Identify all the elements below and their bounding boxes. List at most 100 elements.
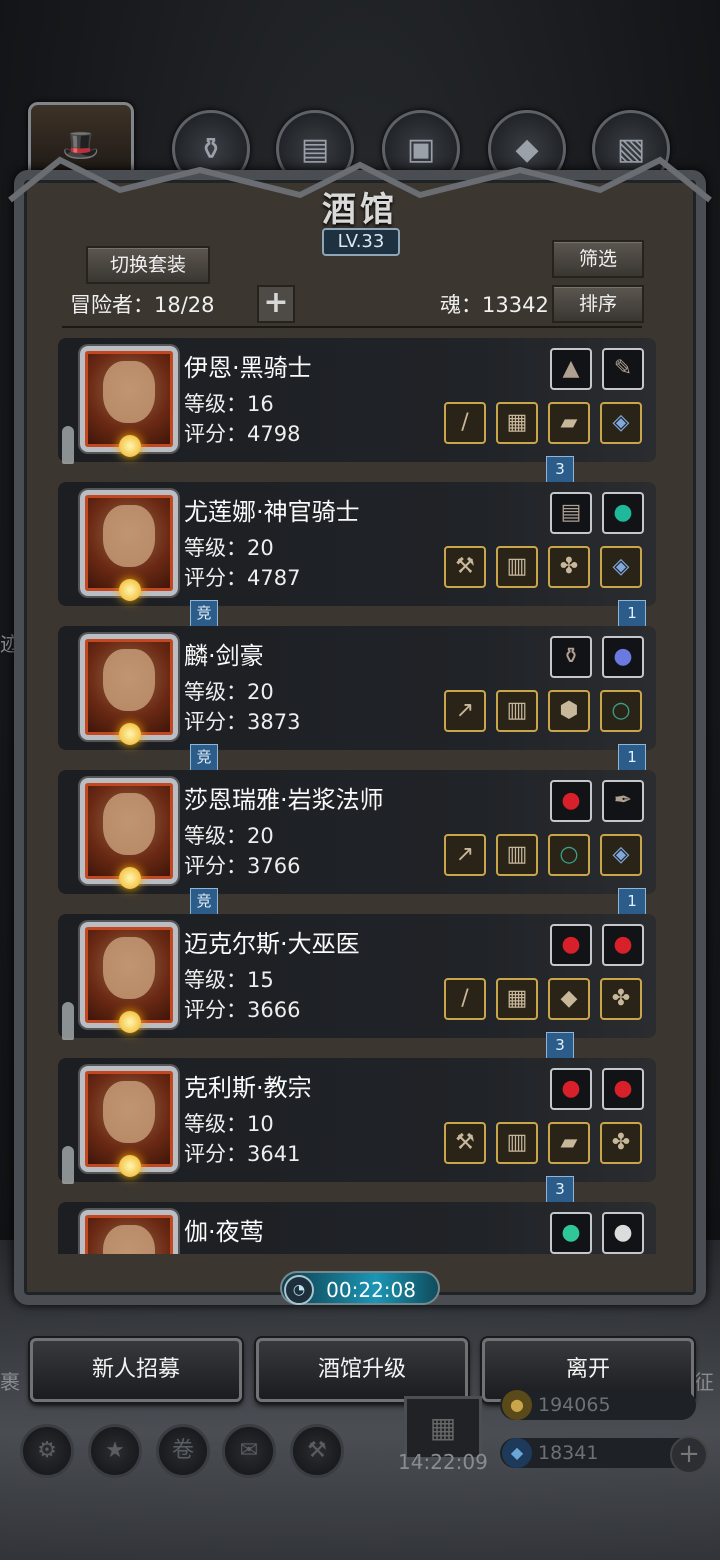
hero-face bbox=[103, 649, 155, 711]
sword-icon[interactable]: / bbox=[444, 402, 486, 444]
hero-card[interactable]: 莎恩瑞雅·岩浆法师 等级：20 评分：3766 ● ✒ ↗ ▥ ○ ◈ bbox=[58, 770, 656, 894]
hero-score: 评分：3873 bbox=[184, 710, 301, 734]
hero-name: 迈克尔斯·大巫医 bbox=[184, 930, 360, 958]
upgrade-tavern-button[interactable]: 酒馆升级 bbox=[256, 1338, 468, 1402]
ruby-icon[interactable]: ● bbox=[550, 924, 592, 966]
amulet-icon[interactable]: ◈ bbox=[600, 834, 642, 876]
necklace-icon[interactable]: ✤ bbox=[600, 978, 642, 1020]
settings-icon[interactable]: ⚙ bbox=[20, 1424, 74, 1478]
gold-coin-icon: ● bbox=[502, 1390, 532, 1420]
armor-icon[interactable]: ▦ bbox=[496, 402, 538, 444]
ring-icon[interactable]: ○ bbox=[548, 834, 590, 876]
hero-portrait[interactable] bbox=[80, 922, 178, 1033]
pendant-icon[interactable]: ◆ bbox=[548, 978, 590, 1020]
hero-score: 评分：3666 bbox=[184, 998, 301, 1022]
necklace-icon[interactable]: ✤ bbox=[548, 546, 590, 588]
hero-portrait[interactable] bbox=[80, 1066, 178, 1177]
hero-level: 等级：20 bbox=[184, 536, 274, 560]
amulet-icon[interactable]: ◈ bbox=[600, 402, 642, 444]
hero-score: 评分：3766 bbox=[184, 854, 301, 878]
adventurer-count: 冒险者：18/28 bbox=[70, 293, 215, 317]
hero-name: 伊恩·黑骑士 bbox=[184, 354, 312, 382]
hero-card[interactable]: 迈克尔斯·大巫医等级：15 评分：3666 ● ● / ▦ ◆ ✤ bbox=[58, 914, 656, 1040]
hero-face bbox=[103, 361, 155, 423]
rod-icon[interactable]: / bbox=[444, 978, 486, 1020]
hammer-icon[interactable]: ⚒ bbox=[444, 1122, 486, 1164]
moon-icon bbox=[119, 723, 141, 745]
hero-card[interactable]: 伽·夜莺 ● ● bbox=[58, 1202, 656, 1254]
filter-button[interactable]: 筛选 bbox=[552, 240, 644, 278]
ruby-icon[interactable]: ● bbox=[550, 780, 592, 822]
switch-outfit-button[interactable]: 切换套装 bbox=[86, 246, 210, 284]
boots-icon[interactable]: ▰ bbox=[548, 1122, 590, 1164]
page-title: 酒馆 bbox=[322, 190, 398, 230]
mail-icon[interactable]: ✉ bbox=[222, 1424, 276, 1478]
hero-face bbox=[103, 505, 155, 567]
hero-portrait[interactable] bbox=[80, 346, 178, 457]
gift-timer: 14:22:09 bbox=[398, 1450, 488, 1474]
hero-card[interactable]: 克利斯·教宗 等级：10 评分：3641 ● ● ⚒ ▥ ▰ ✤ bbox=[58, 1058, 656, 1184]
hero-portrait[interactable] bbox=[80, 634, 178, 745]
robe-icon[interactable]: ▥ bbox=[496, 834, 538, 876]
ore-icon[interactable]: ▲ bbox=[550, 348, 592, 390]
necklace-icon[interactable]: ✤ bbox=[600, 1122, 642, 1164]
hero-card[interactable]: 伊恩·黑骑士等级：16 评分：4798 ▲ ✎ / ▦ ▰ ◈ bbox=[58, 338, 656, 464]
add-slot-button[interactable]: + bbox=[257, 285, 295, 323]
hero-name: 莎恩瑞雅·岩浆法师 bbox=[184, 786, 384, 814]
shield-icon[interactable]: ⬢ bbox=[548, 690, 590, 732]
robe-icon[interactable]: ▥ bbox=[496, 690, 538, 732]
book-icon[interactable]: ▤ bbox=[550, 492, 592, 534]
ruby-icon[interactable]: ● bbox=[602, 1068, 644, 1110]
hero-list[interactable]: 伊恩·黑骑士 等级：16 评分：4798 ▲ ✎ / ▦ ▰ ◈ 3 尤莲娜·神官骑士 等级：20 评分… bbox=[54, 332, 666, 1254]
staff-icon[interactable]: ↗ bbox=[444, 834, 486, 876]
gold-amount: 194065 bbox=[538, 1394, 611, 1416]
hero-face bbox=[103, 793, 155, 855]
ring-icon[interactable]: ○ bbox=[600, 690, 642, 732]
boots-icon[interactable]: ▰ bbox=[548, 402, 590, 444]
scroll-icon[interactable]: ✎ bbox=[602, 348, 644, 390]
hero-portrait[interactable] bbox=[80, 778, 178, 889]
hero-card[interactable]: 尤莲娜·神官骑士 等级：20 评分：4787 ▤ ● ⚒ ▥ ✤ ◈ bbox=[58, 482, 656, 606]
sort-button[interactable]: 排序 bbox=[552, 285, 644, 323]
spear-icon[interactable]: ↗ bbox=[444, 690, 486, 732]
gold-resource: ● 194065 bbox=[500, 1390, 696, 1420]
divider bbox=[62, 326, 642, 328]
soul-count: 魂：13342 bbox=[440, 293, 549, 317]
pearl-icon[interactable]: ● bbox=[602, 1212, 644, 1254]
gem-icon[interactable]: ● bbox=[602, 492, 644, 534]
hero-level: 等级：10 bbox=[184, 1112, 274, 1136]
hero-face bbox=[103, 937, 155, 999]
vase-icon[interactable]: ⚱ bbox=[550, 636, 592, 678]
moon-icon bbox=[119, 1155, 141, 1177]
orb-icon[interactable]: ● bbox=[602, 636, 644, 678]
moon-icon bbox=[119, 579, 141, 601]
cape-icon[interactable]: ▥ bbox=[496, 546, 538, 588]
robe-icon[interactable]: ▥ bbox=[496, 1122, 538, 1164]
hero-portrait[interactable] bbox=[80, 1210, 178, 1254]
hero-name: 伽·夜莺 bbox=[184, 1218, 264, 1246]
recruit-button[interactable]: 新人招募 bbox=[30, 1338, 242, 1402]
armor-icon[interactable]: ▦ bbox=[496, 978, 538, 1020]
add-crystal-button[interactable]: + bbox=[670, 1436, 708, 1474]
hero-face bbox=[103, 1081, 155, 1143]
hero-name: 麟·剑豪 bbox=[184, 642, 264, 670]
codex-icon[interactable]: 卷 bbox=[156, 1424, 210, 1478]
hero-score: 评分：4798 bbox=[184, 422, 301, 446]
emerald-icon[interactable]: ● bbox=[550, 1212, 592, 1254]
amulet-icon[interactable]: ◈ bbox=[600, 546, 642, 588]
hero-portrait[interactable] bbox=[80, 490, 178, 601]
achievement-icon[interactable]: ★ bbox=[88, 1424, 142, 1478]
ruby-icon[interactable]: ● bbox=[602, 924, 644, 966]
hero-card[interactable]: 麟·剑豪等级：20 评分：3873 ⚱ ● ↗ ▥ ⬢ ○ bbox=[58, 626, 656, 750]
forge-icon[interactable]: ⚒ bbox=[290, 1424, 344, 1478]
hero-level: 等级：20 bbox=[184, 680, 274, 704]
hero-score: 评分：4787 bbox=[184, 566, 301, 590]
feather-icon[interactable]: ✒ bbox=[602, 780, 644, 822]
hero-level: 等级：16 bbox=[184, 392, 274, 416]
side-text-left-bottom: 裹 bbox=[0, 1370, 20, 1394]
moon-icon bbox=[119, 1011, 141, 1033]
ruby-icon[interactable]: ● bbox=[550, 1068, 592, 1110]
ghost-icon bbox=[62, 426, 74, 464]
hero-level: 等级：15 bbox=[184, 968, 274, 992]
axe-icon[interactable]: ⚒ bbox=[444, 546, 486, 588]
